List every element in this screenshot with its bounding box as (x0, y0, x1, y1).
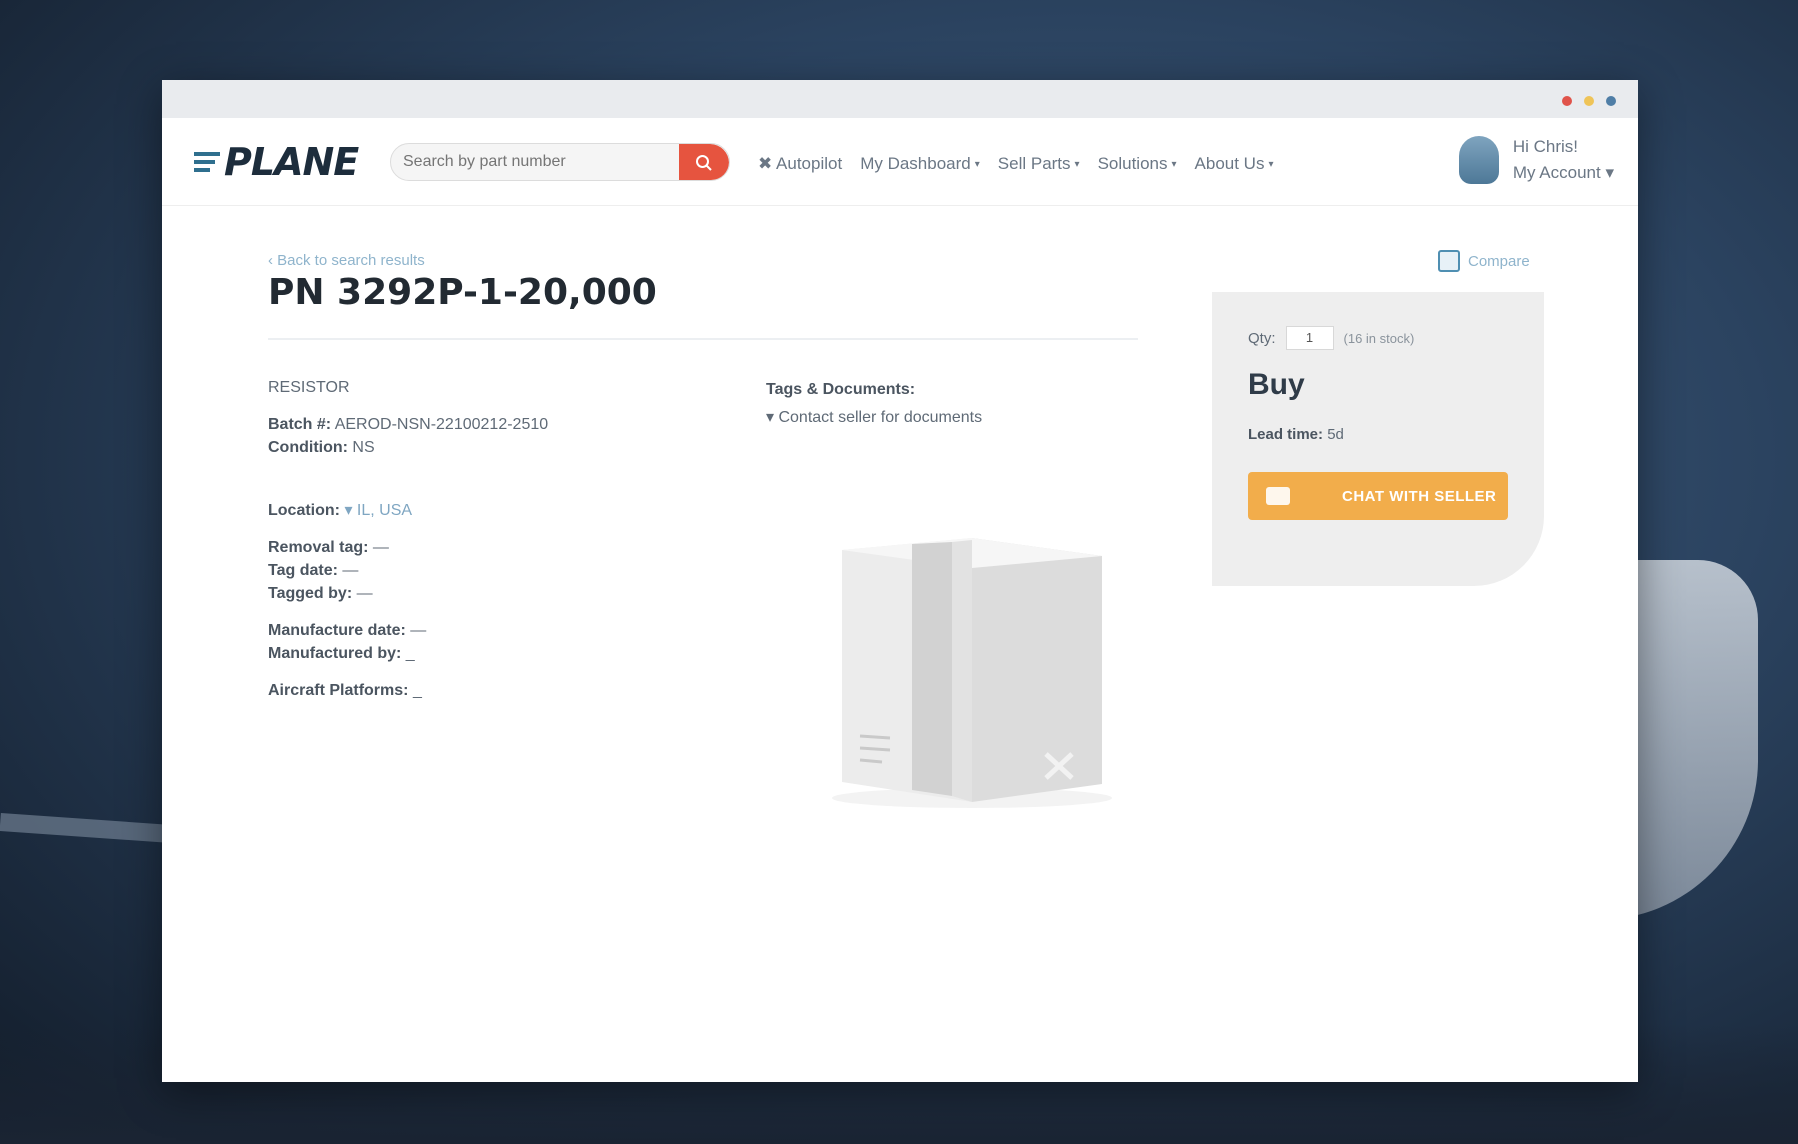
product-placeholder-image (832, 538, 1112, 808)
chevron-down-icon: ▾ (974, 159, 980, 171)
search-bar (390, 143, 730, 181)
site-logo[interactable]: PLANE (194, 140, 359, 184)
nav-item-solutions[interactable]: Solutions ▾ (1098, 154, 1177, 174)
nav-item-about-us[interactable]: About Us ▾ (1195, 154, 1274, 174)
tagged-by-row: Tagged by: — (268, 585, 373, 602)
batch-row: Batch #: AEROD-NSN-22100212-2510 (268, 416, 549, 433)
chat-icon (1266, 487, 1290, 505)
buy-panel: Qty: 1 (16 in stock) Buy Lead time: 5d C… (1212, 292, 1544, 586)
window-minimize-dot[interactable] (1584, 96, 1594, 106)
browser-window: PLANE ✖ Autopilot My Dashboard▾ Sell Par… (162, 80, 1638, 1082)
qty-row: Qty: 1 (16 in stock) (1248, 326, 1414, 350)
search-input[interactable] (391, 144, 671, 180)
account-greeting: Hi Chris! (1512, 137, 1579, 156)
part-details: RESISTOR Batch #: AEROD-NSN-22100212-251… (268, 376, 548, 702)
qty-input[interactable]: 1 (1285, 326, 1334, 350)
compare-icon (1438, 250, 1460, 272)
account-menu[interactable]: Hi Chris! My Account ▾ (1458, 134, 1614, 186)
removal-tag-row: Removal tag: — (268, 539, 389, 556)
window-close-dot[interactable] (1562, 96, 1572, 106)
my-account-dropdown[interactable]: My Account ▾ (1513, 160, 1614, 186)
site-header: PLANE ✖ Autopilot My Dashboard▾ Sell Par… (162, 118, 1638, 206)
condition-value: NS (352, 439, 375, 456)
nav-item-dashboard[interactable]: My Dashboard ▾ (860, 154, 980, 174)
nav-item-autopilot[interactable]: ✖ Autopilot (758, 154, 842, 174)
contact-seller-documents-link[interactable]: ▾ Contact seller for documents (766, 404, 982, 432)
lead-time-value: 5d (1327, 426, 1344, 443)
tags-documents: Tags & Documents: ▾ Contact seller for d… (766, 376, 982, 432)
condition-row: Condition: NS (268, 439, 375, 456)
nav-item-sell-parts[interactable]: Sell Parts ▾ (998, 154, 1080, 174)
window-maximize-dot[interactable] (1606, 96, 1616, 106)
location-row: Location: ▾ IL, USA (268, 502, 413, 519)
aircraft-platforms-row: Aircraft Platforms: _ (268, 682, 422, 699)
chevron-down-icon: ▾ (1074, 159, 1080, 171)
page-title: PN 3292P-1-20,000 (268, 272, 657, 313)
logo-text: PLANE (224, 140, 359, 184)
stock-text: (16 in stock) (1343, 330, 1415, 346)
tags-heading: Tags & Documents: (766, 381, 916, 398)
logo-speed-lines-icon (194, 148, 220, 176)
search-icon (696, 155, 712, 171)
back-to-results-link[interactable]: ‹ Back to search results (268, 252, 425, 269)
compare-button[interactable]: Compare (1438, 250, 1530, 272)
chevron-down-icon: ▾ (1268, 159, 1274, 171)
window-titlebar (162, 80, 1638, 118)
product-detail: ‹ Back to search results PN 3292P-1-20,0… (162, 206, 1638, 1082)
buy-heading: Buy (1248, 368, 1305, 401)
manufactured-by-row: Manufactured by: _ (268, 645, 415, 662)
lead-time-row: Lead time: 5d (1248, 426, 1344, 443)
tag-date-row: Tag date: — (268, 562, 359, 579)
qty-label: Qty: (1248, 329, 1276, 347)
avatar[interactable] (1458, 136, 1499, 184)
manufacture-date-row: Manufacture date: — (268, 622, 427, 639)
title-divider (268, 338, 1138, 340)
part-category: RESISTOR (268, 379, 350, 396)
chat-button-label: CHAT WITH SELLER (1342, 487, 1497, 505)
location-link[interactable]: ▾ IL, USA (344, 502, 412, 519)
chat-with-seller-button[interactable]: CHAT WITH SELLER (1248, 472, 1508, 520)
search-button[interactable] (679, 144, 729, 180)
main-nav: ✖ Autopilot My Dashboard ▾ Sell Parts ▾ So… (758, 154, 1274, 174)
chevron-down-icon: ▾ (1171, 159, 1177, 171)
compare-label: Compare (1468, 252, 1530, 270)
batch-value: AEROD-NSN-22100212-2510 (334, 416, 549, 433)
